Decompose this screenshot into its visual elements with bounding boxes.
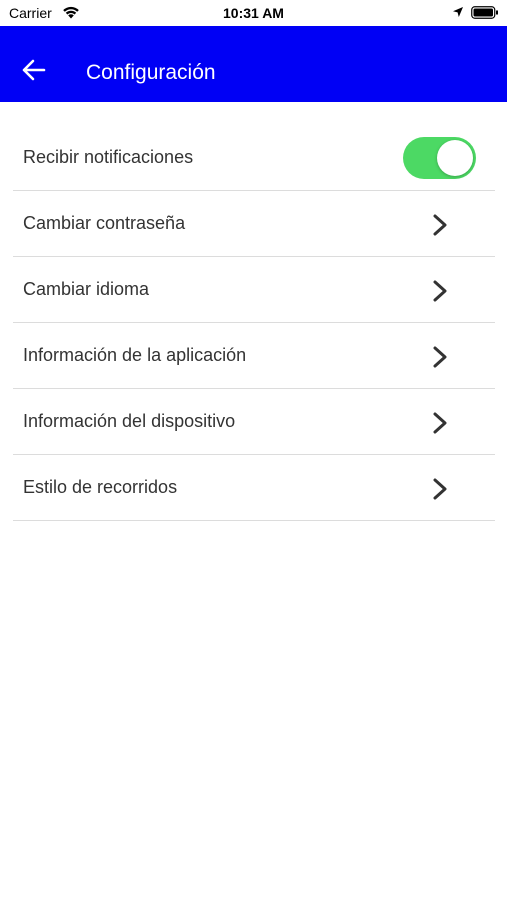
toggle-knob <box>437 140 473 176</box>
battery-full-icon <box>471 6 498 19</box>
chevron-right-icon <box>433 214 447 236</box>
arrow-left-icon <box>22 59 46 81</box>
chevron-right-icon <box>433 280 447 302</box>
page-title: Configuración <box>86 61 216 84</box>
status-time: 10:31 AM <box>223 5 284 21</box>
change-password-row[interactable]: Cambiar contraseña <box>13 191 495 257</box>
route-style-row[interactable]: Estilo de recorridos <box>13 455 495 521</box>
notifications-row: Recibir notificaciones <box>13 125 495 191</box>
notifications-label: Recibir notificaciones <box>23 147 194 167</box>
app-info-label: Información de la aplicación <box>23 345 247 365</box>
chevron-right-icon <box>433 346 447 368</box>
chevron-right-icon <box>433 412 447 434</box>
change-password-label: Cambiar contraseña <box>23 213 186 233</box>
notifications-toggle[interactable] <box>403 137 476 179</box>
status-bar: Carrier 10:31 AM <box>0 0 507 26</box>
device-info-label: Información del dispositivo <box>23 411 236 431</box>
route-style-label: Estilo de recorridos <box>23 477 178 497</box>
back-button[interactable] <box>14 50 54 90</box>
change-language-row[interactable]: Cambiar idioma <box>13 257 495 323</box>
chevron-right-icon <box>433 478 447 500</box>
app-info-row[interactable]: Información de la aplicación <box>13 323 495 389</box>
settings-list: Recibir notificaciones Cambiar contraseñ… <box>13 125 495 521</box>
change-language-label: Cambiar idioma <box>23 279 150 299</box>
device-info-row[interactable]: Información del dispositivo <box>13 389 495 455</box>
location-arrow-icon <box>453 7 463 17</box>
app-bar: Configuración <box>0 26 507 102</box>
